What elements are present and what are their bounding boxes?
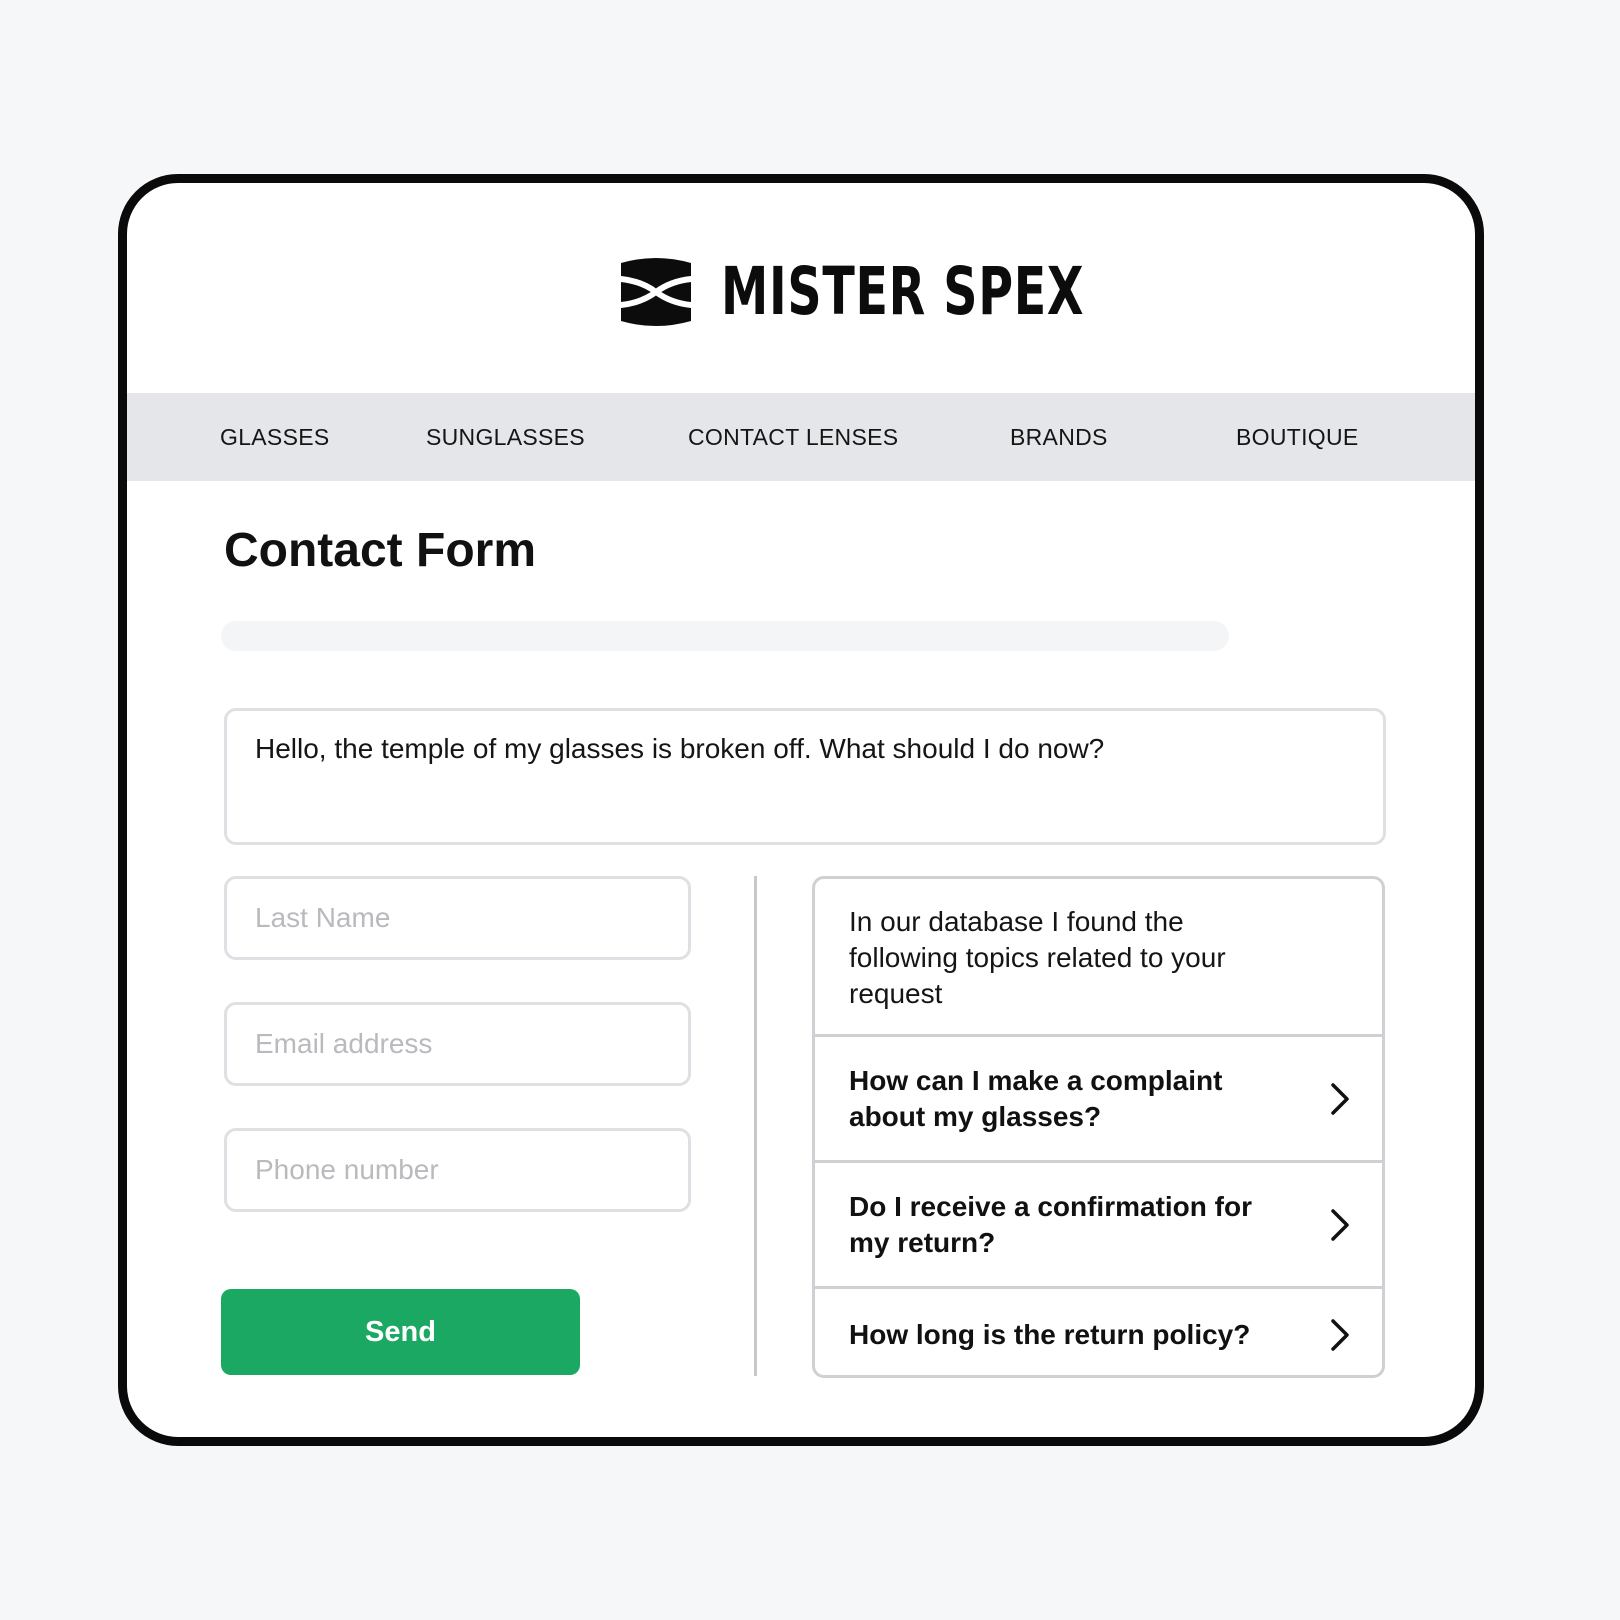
site-header: MISTER SPEX (127, 183, 1475, 393)
suggestion-label: How long is the return policy? (849, 1319, 1251, 1350)
send-button[interactable]: Send (221, 1289, 580, 1375)
glasses-logo-icon (619, 257, 693, 326)
nav-item-glasses[interactable]: GLASSES (220, 393, 330, 481)
suggestion-label: Do I receive a confirmation for my retur… (849, 1190, 1252, 1258)
page-title: Contact Form (224, 524, 536, 577)
phone-input[interactable]: Phone number (224, 1128, 691, 1212)
browser-frame: MISTER SPEX GLASSES SUNGLASSES CONTACT L… (118, 174, 1484, 1446)
main-nav: GLASSES SUNGLASSES CONTACT LENSES BRANDS… (127, 393, 1475, 481)
suggestion-item-confirmation[interactable]: Do I receive a confirmation for my retur… (815, 1163, 1382, 1289)
suggestions-intro-text: In our database I found the following to… (849, 906, 1226, 1009)
nav-item-brands[interactable]: BRANDS (1010, 393, 1108, 481)
suggestion-item-complaint[interactable]: How can I make a complaint about my glas… (815, 1037, 1382, 1163)
chevron-right-icon (1331, 1208, 1349, 1241)
progress-bar (221, 621, 1229, 651)
column-divider (754, 876, 757, 1376)
last-name-input[interactable]: Last Name (224, 876, 691, 960)
message-textarea[interactable]: Hello, the temple of my glasses is broke… (224, 708, 1386, 845)
nav-item-boutique[interactable]: BOUTIQUE (1236, 393, 1359, 481)
suggestion-item-return-policy[interactable]: How long is the return policy? (815, 1289, 1382, 1375)
suggestions-panel: In our database I found the following to… (812, 876, 1385, 1378)
suggestion-label: How can I make a complaint about my glas… (849, 1064, 1223, 1132)
brand-logo[interactable]: MISTER SPEX (619, 253, 1226, 330)
nav-item-sunglasses[interactable]: SUNGLASSES (426, 393, 585, 481)
email-input[interactable]: Email address (224, 1002, 691, 1086)
nav-item-contact-lenses[interactable]: CONTACT LENSES (688, 393, 898, 481)
suggestions-intro: In our database I found the following to… (815, 879, 1382, 1037)
chevron-right-icon (1331, 1082, 1349, 1115)
brand-name: MISTER SPEX (721, 253, 1085, 330)
chevron-right-icon (1331, 1319, 1349, 1351)
